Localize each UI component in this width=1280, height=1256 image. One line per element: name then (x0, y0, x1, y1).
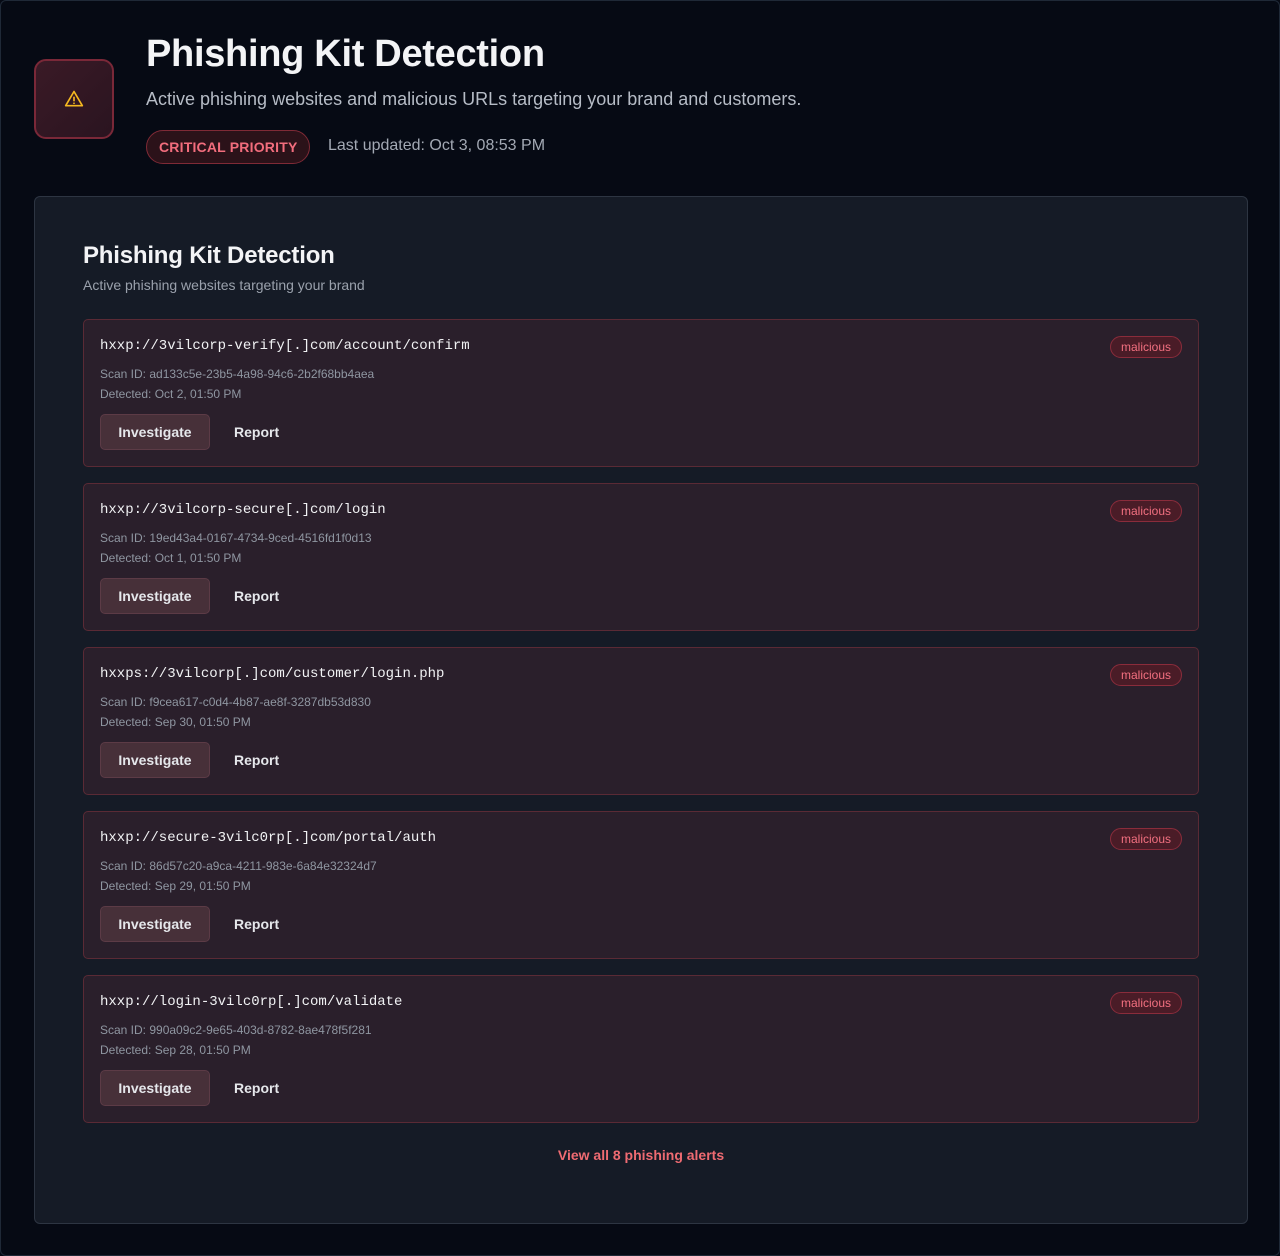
status-badge: malicious (1109, 992, 1182, 1014)
status-badge: malicious (1109, 828, 1182, 850)
alert-url: hxxp://secure-3vilc0rp[.]com/portal/auth (100, 830, 437, 846)
panel-subtitle: Active phishing websites targeting your … (83, 277, 365, 293)
status-badge: malicious (1109, 336, 1182, 358)
alert-url: hxxp://3vilcorp-verify[.]com/account/con… (100, 338, 470, 354)
alert-card: hxxp://login-3vilc0rp[.]com/validate mal… (83, 975, 1199, 1123)
report-button[interactable]: Report (234, 1070, 279, 1106)
detected-time: Detected: Sep 28, 01:50 PM (100, 1043, 251, 1057)
scan-id: Scan ID: f9cea617-c0d4-4b87-ae8f-3287db5… (100, 695, 371, 709)
warning-badge (34, 59, 114, 139)
detected-time: Detected: Sep 29, 01:50 PM (100, 879, 251, 893)
page-frame: Phishing Kit Detection Active phishing w… (0, 0, 1280, 1256)
report-button[interactable]: Report (234, 742, 279, 778)
warning-triangle-icon (64, 90, 84, 107)
investigate-button[interactable]: Investigate (100, 578, 210, 614)
report-button[interactable]: Report (234, 578, 279, 614)
alert-card: hxxp://3vilcorp-secure[.]com/login malic… (83, 483, 1199, 631)
scan-id: Scan ID: ad133c5e-23b5-4a98-94c6-2b2f68b… (100, 367, 375, 381)
last-updated: Last updated: Oct 3, 08:53 PM (328, 137, 546, 154)
detected-time: Detected: Oct 2, 01:50 PM (100, 387, 242, 401)
alert-url: hxxp://3vilcorp-secure[.]com/login (100, 502, 386, 518)
scan-id: Scan ID: 86d57c20-a9ca-4211-983e-6a84e32… (100, 859, 377, 873)
phishing-panel: Phishing Kit Detection Active phishing w… (34, 196, 1248, 1224)
alert-url: hxxp://login-3vilc0rp[.]com/validate (100, 994, 403, 1010)
report-button[interactable]: Report (234, 906, 279, 942)
report-button[interactable]: Report (234, 414, 279, 450)
alert-card: hxxp://3vilcorp-verify[.]com/account/con… (83, 319, 1199, 467)
status-badge: malicious (1109, 664, 1182, 686)
investigate-button[interactable]: Investigate (100, 906, 210, 942)
investigate-button[interactable]: Investigate (100, 414, 210, 450)
investigate-button[interactable]: Investigate (100, 1070, 210, 1106)
investigate-button[interactable]: Investigate (100, 742, 210, 778)
status-badge: malicious (1109, 500, 1182, 522)
scan-id: Scan ID: 990a09c2-9e65-403d-8782-8ae478f… (100, 1023, 372, 1037)
alert-list: hxxp://3vilcorp-verify[.]com/account/con… (83, 319, 1199, 1139)
panel-title: Phishing Kit Detection (83, 242, 335, 269)
page-title: Phishing Kit Detection (146, 33, 545, 75)
detected-time: Detected: Sep 30, 01:50 PM (100, 715, 251, 729)
priority-badge: CRITICAL PRIORITY (146, 130, 311, 164)
page-subtitle: Active phishing websites and malicious U… (146, 89, 802, 109)
scan-id: Scan ID: 19ed43a4-0167-4734-9ced-4516fd1… (100, 531, 372, 545)
alert-url: hxxps://3vilcorp[.]com/customer/login.ph… (100, 666, 445, 682)
detected-time: Detected: Oct 1, 01:50 PM (100, 551, 242, 565)
alert-card: hxxp://secure-3vilc0rp[.]com/portal/auth… (83, 811, 1199, 959)
view-all-alerts-link[interactable]: View all 8 phishing alerts (35, 1147, 1247, 1163)
alert-card: hxxps://3vilcorp[.]com/customer/login.ph… (83, 647, 1199, 795)
